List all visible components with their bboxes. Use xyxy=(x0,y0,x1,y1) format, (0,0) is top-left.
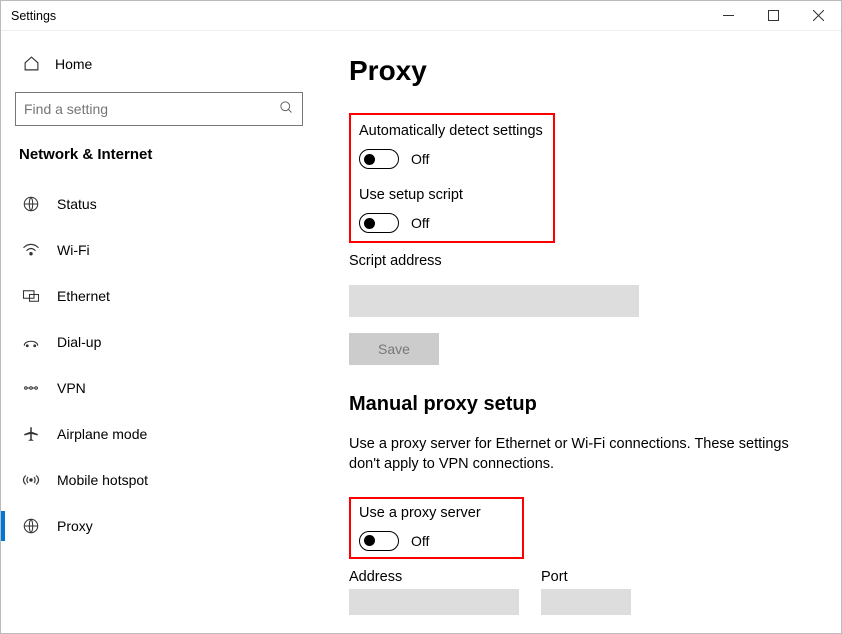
manual-setup-heading: Manual proxy setup xyxy=(349,393,813,416)
auto-detect-state: Off xyxy=(411,151,429,167)
status-icon xyxy=(21,195,41,213)
nav-label: VPN xyxy=(57,380,86,396)
search-input[interactable] xyxy=(24,101,279,117)
auto-detect-label: Automatically detect settings xyxy=(359,123,543,139)
sidebar: Home Network & Internet Status Wi-Fi xyxy=(1,31,327,633)
home-icon xyxy=(21,55,41,72)
nav-hotspot[interactable]: Mobile hotspot xyxy=(15,457,313,503)
search-icon xyxy=(279,100,294,118)
titlebar: Settings xyxy=(1,1,841,31)
nav-airplane[interactable]: Airplane mode xyxy=(15,411,313,457)
search-box[interactable] xyxy=(15,92,303,126)
airplane-icon xyxy=(21,425,41,443)
dialup-icon xyxy=(21,335,41,349)
section-title: Network & Internet xyxy=(15,146,313,163)
script-address-input xyxy=(349,285,639,317)
hotspot-icon xyxy=(21,472,41,488)
nav-label: Status xyxy=(57,196,97,212)
address-input xyxy=(349,589,519,615)
nav-label: Wi-Fi xyxy=(57,242,90,258)
port-input xyxy=(541,589,631,615)
proxy-icon xyxy=(21,517,41,535)
setup-script-toggle[interactable] xyxy=(359,213,399,233)
setup-script-state: Off xyxy=(411,215,429,231)
auto-detect-toggle[interactable] xyxy=(359,149,399,169)
page-title: Proxy xyxy=(349,55,813,87)
nav-label: Dial-up xyxy=(57,334,101,350)
highlight-box-manual: Use a proxy server Off xyxy=(349,497,524,559)
window-title: Settings xyxy=(11,9,56,23)
nav-ethernet[interactable]: Ethernet xyxy=(15,273,313,319)
wifi-icon xyxy=(21,243,41,257)
address-label: Address xyxy=(349,569,519,585)
maximize-button[interactable] xyxy=(751,1,796,31)
nav-list: Status Wi-Fi Ethernet Dial-up xyxy=(15,181,313,549)
close-button[interactable] xyxy=(796,1,841,31)
nav-dialup[interactable]: Dial-up xyxy=(15,319,313,365)
home-label: Home xyxy=(55,56,92,72)
use-proxy-label: Use a proxy server xyxy=(359,505,514,521)
manual-setup-description: Use a proxy server for Ethernet or Wi-Fi… xyxy=(349,434,809,475)
nav-label: Mobile hotspot xyxy=(57,472,148,488)
vpn-icon xyxy=(21,381,41,395)
ethernet-icon xyxy=(21,289,41,303)
use-proxy-state: Off xyxy=(411,533,429,549)
save-button: Save xyxy=(349,333,439,365)
highlight-box-auto: Automatically detect settings Off Use se… xyxy=(349,113,555,243)
nav-vpn[interactable]: VPN xyxy=(15,365,313,411)
nav-label: Proxy xyxy=(57,518,93,534)
script-address-label: Script address xyxy=(349,253,813,269)
use-proxy-toggle[interactable] xyxy=(359,531,399,551)
port-label: Port xyxy=(541,569,631,585)
nav-status[interactable]: Status xyxy=(15,181,313,227)
nav-label: Ethernet xyxy=(57,288,110,304)
nav-label: Airplane mode xyxy=(57,426,147,442)
setup-script-label: Use setup script xyxy=(359,187,543,203)
home-nav[interactable]: Home xyxy=(15,49,313,78)
nav-wifi[interactable]: Wi-Fi xyxy=(15,227,313,273)
main-panel: Proxy Automatically detect settings Off … xyxy=(327,31,841,633)
nav-proxy[interactable]: Proxy xyxy=(15,503,313,549)
minimize-button[interactable] xyxy=(706,1,751,31)
